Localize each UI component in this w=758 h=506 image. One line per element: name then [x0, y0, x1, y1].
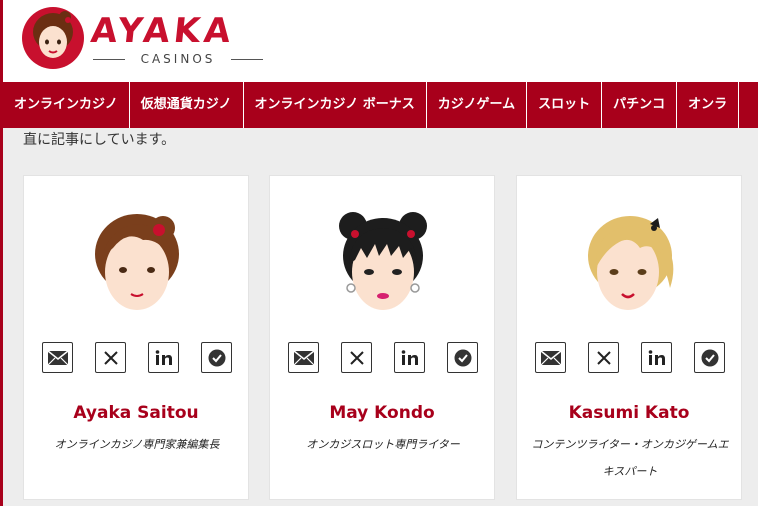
author-name[interactable]: Kasumi Kato — [517, 402, 741, 424]
logo-subtitle: CASINOS — [93, 51, 263, 67]
social-links — [535, 342, 725, 376]
author-name[interactable]: Ayaka Saitou — [24, 402, 248, 424]
linkedin-icon[interactable] — [148, 342, 179, 373]
verified-icon[interactable] — [694, 342, 725, 373]
logo-wordmark: AYAKA — [88, 11, 237, 51]
mail-icon[interactable] — [288, 342, 319, 373]
linkedin-icon[interactable] — [641, 342, 672, 373]
author-role: オンラインカジノ専門家兼編集長 — [54, 438, 220, 451]
author-role: オンカジスロット専門ライター — [306, 438, 460, 451]
nav-item-slots[interactable]: スロット — [527, 82, 603, 128]
nav-item-casino-games[interactable]: カジノゲーム — [427, 82, 528, 128]
nav-item-pachinko[interactable]: パチンコ — [602, 82, 678, 128]
nav-item-online-more[interactable]: オンラ — [677, 82, 740, 128]
author-avatar — [95, 214, 179, 310]
x-icon[interactable] — [588, 342, 619, 373]
site-logo[interactable]: AYAKA CASINOS — [21, 6, 266, 76]
linkedin-icon[interactable] — [394, 342, 425, 373]
author-role: コンテンツライター・オンカジゲームエキスパート — [531, 438, 729, 478]
social-links — [288, 342, 478, 376]
social-links — [42, 342, 232, 376]
nav-item-online-casino[interactable]: オンラインカジノ — [3, 82, 130, 128]
verified-icon[interactable] — [447, 342, 478, 373]
author-avatar — [588, 216, 674, 310]
author-card: May Kondo オンカジスロット専門ライター — [269, 175, 495, 500]
main-nav: オンラインカジノ 仮想通貨カジノ オンラインカジノ ボーナス カジノゲーム スロ… — [3, 82, 758, 128]
verified-icon[interactable] — [201, 342, 232, 373]
site-header: AYAKA CASINOS — [3, 0, 758, 82]
x-icon[interactable] — [95, 342, 126, 373]
author-card: Ayaka Saitou オンラインカジノ専門家兼編集長 — [23, 175, 249, 500]
mail-icon[interactable] — [42, 342, 73, 373]
x-icon[interactable] — [341, 342, 372, 373]
author-avatar — [339, 212, 427, 310]
author-name[interactable]: May Kondo — [270, 402, 494, 424]
intro-text: 直に記事にしています。 — [23, 132, 176, 148]
mail-icon[interactable] — [535, 342, 566, 373]
nav-item-crypto-casino[interactable]: 仮想通貨カジノ — [130, 82, 244, 128]
nav-item-casino-bonus[interactable]: オンラインカジノ ボーナス — [244, 82, 427, 128]
author-card: Kasumi Kato コンテンツライター・オンカジゲームエキスパート — [516, 175, 742, 500]
logo-mascot-icon — [22, 7, 84, 69]
